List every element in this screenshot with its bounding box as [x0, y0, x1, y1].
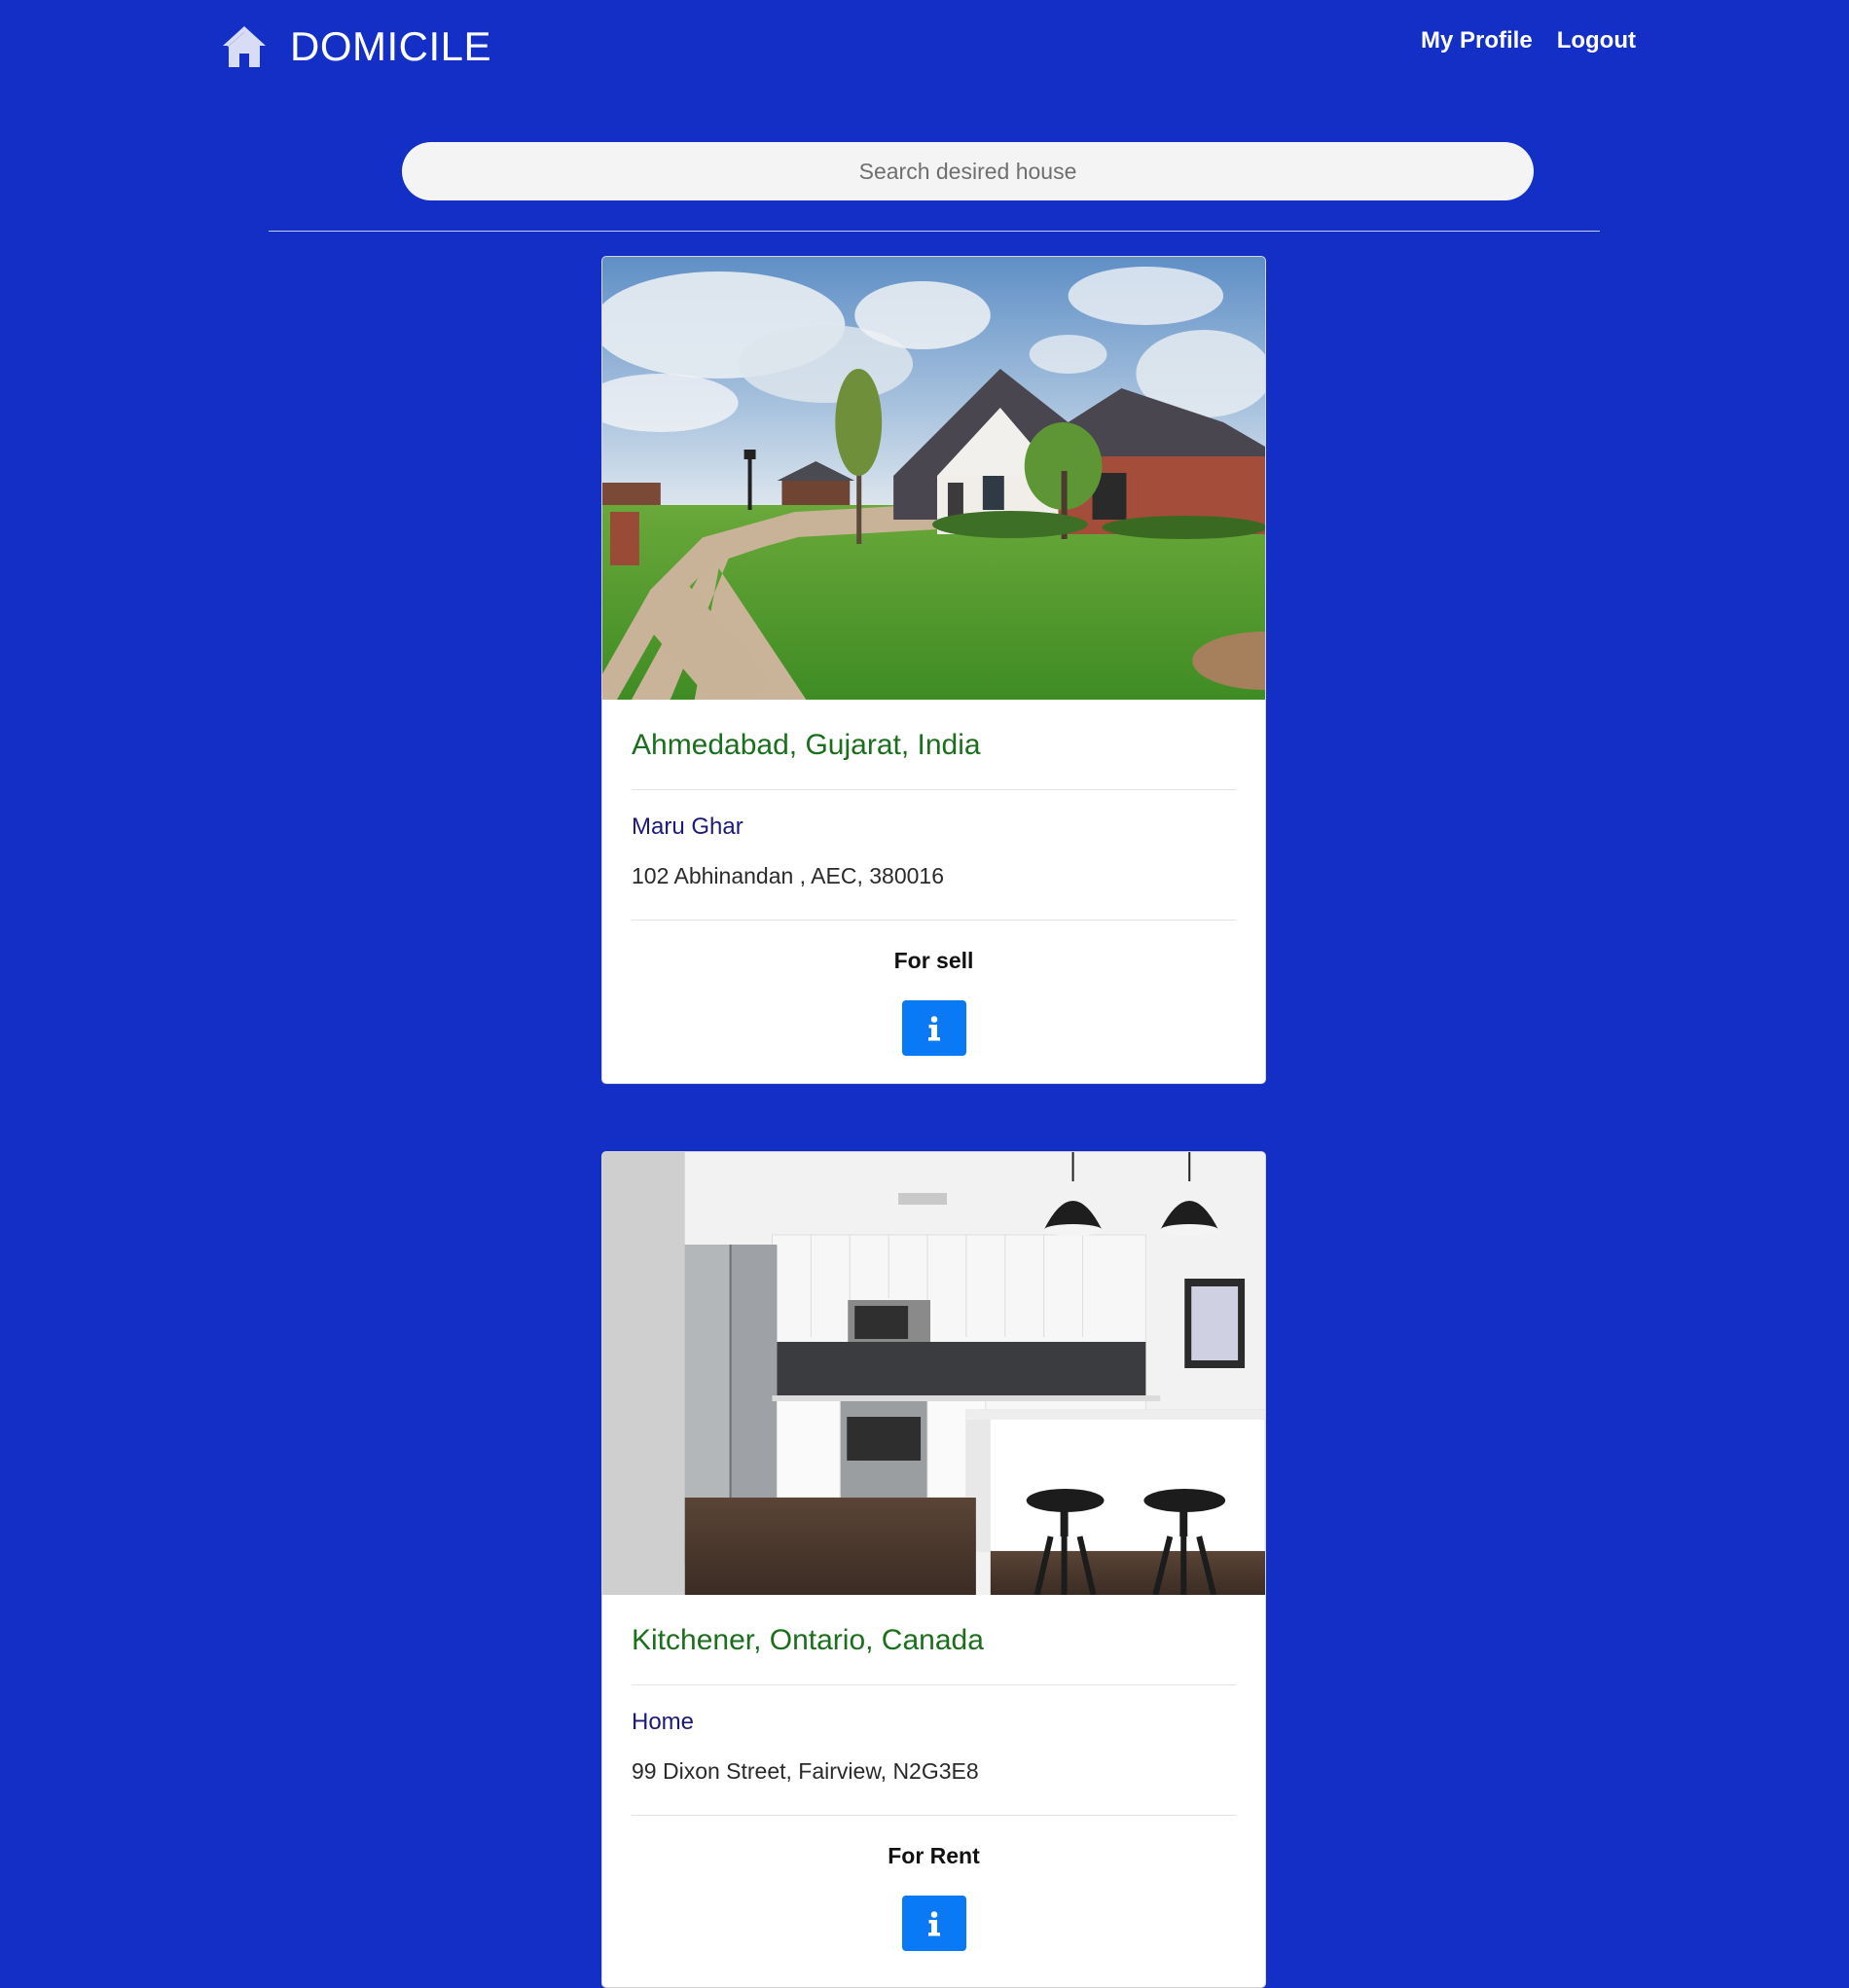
- card-divider: [632, 1815, 1236, 1816]
- listing-address: 99 Dixon Street, Fairview, N2G3E8: [632, 1758, 979, 1784]
- card-divider: [632, 1684, 1236, 1685]
- kitchen-interior-photo: [602, 1152, 1265, 1595]
- search-input[interactable]: [402, 142, 1534, 200]
- listing-card: Kitchener, Ontario, Canada Home 99 Dixon…: [601, 1151, 1266, 1988]
- section-divider: [269, 231, 1600, 232]
- card-divider: [632, 789, 1236, 790]
- header-nav: My Profile Logout: [1421, 27, 1636, 54]
- listing-status: For sell: [893, 948, 974, 973]
- listing-status: For Rent: [888, 1843, 980, 1868]
- listing-location: Kitchener, Ontario, Canada: [632, 1624, 984, 1656]
- house-exterior-photo: [602, 257, 1265, 700]
- logout-link[interactable]: Logout: [1557, 27, 1636, 54]
- listing-details: Ahmedabad, Gujarat, India Maru Ghar 102 …: [602, 700, 1265, 1056]
- home-icon: [220, 22, 269, 71]
- listing-details: Kitchener, Ontario, Canada Home 99 Dixon…: [602, 1595, 1265, 1951]
- listing-location: Ahmedabad, Gujarat, India: [632, 729, 981, 761]
- my-profile-link[interactable]: My Profile: [1421, 27, 1533, 54]
- info-icon: [927, 1910, 940, 1935]
- search-bar: [402, 142, 1534, 200]
- listing-address: 102 Abhinandan , AEC, 380016: [632, 863, 945, 888]
- info-button[interactable]: [901, 1896, 966, 1951]
- listing-card: Ahmedabad, Gujarat, India Maru Ghar 102 …: [601, 256, 1266, 1084]
- info-button[interactable]: [901, 1000, 966, 1056]
- brand-link[interactable]: DOMICILE: [220, 19, 491, 74]
- listing-name: Maru Ghar: [632, 813, 743, 840]
- top-navbar: DOMICILE My Profile Logout: [0, 0, 1849, 93]
- card-divider: [632, 920, 1236, 921]
- listing-name: Home: [632, 1709, 695, 1735]
- info-icon: [927, 1015, 940, 1040]
- brand-title: DOMICILE: [290, 23, 492, 69]
